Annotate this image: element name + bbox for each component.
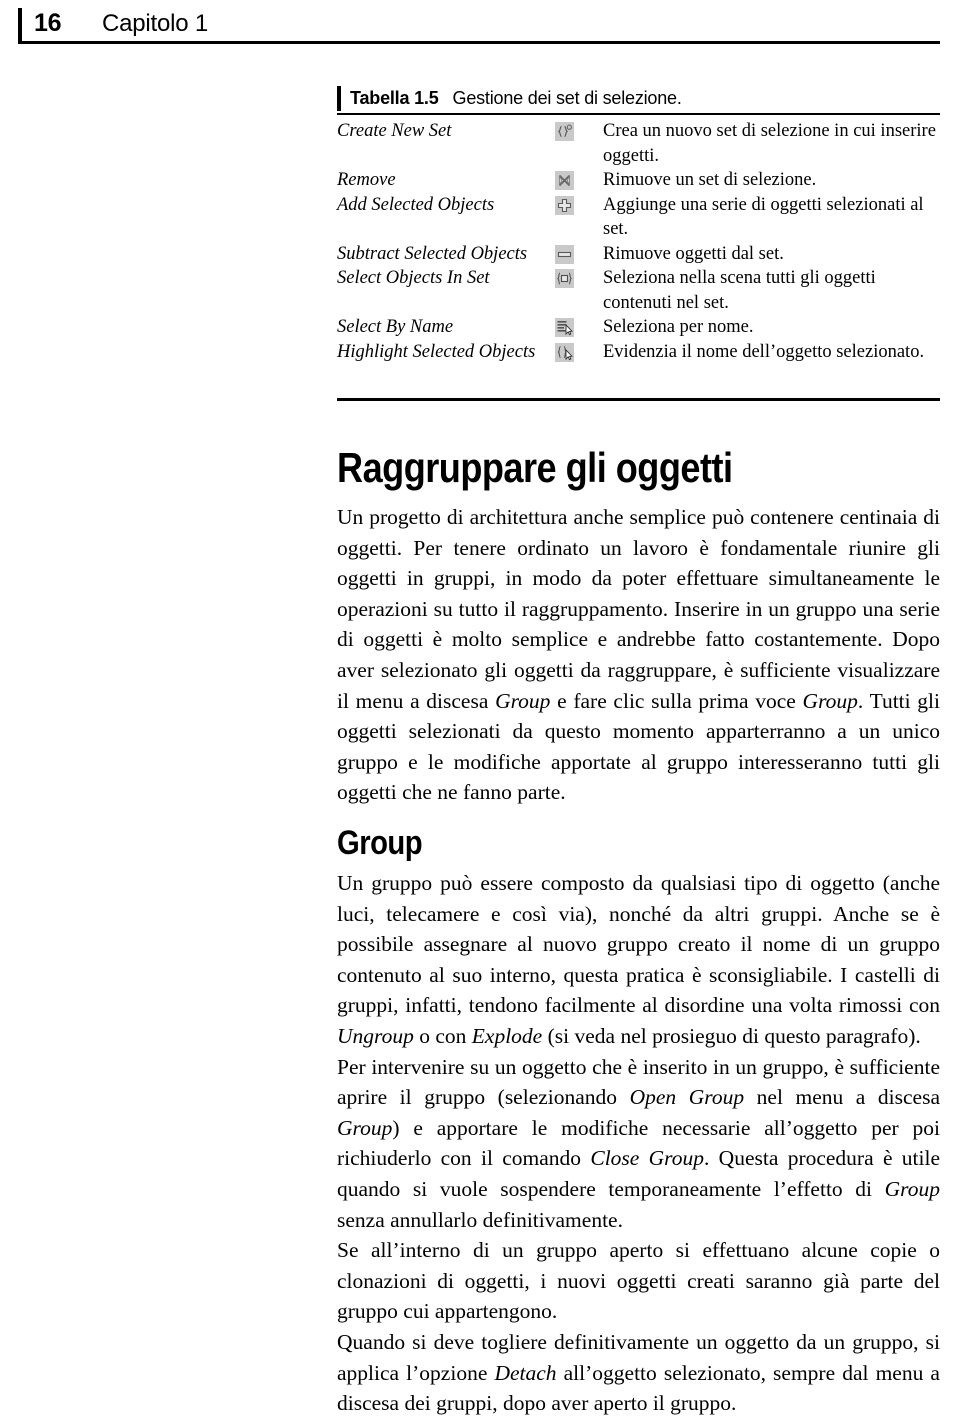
command-icon-cell bbox=[555, 315, 603, 340]
create-new-set-icon bbox=[555, 122, 574, 142]
inline-emphasis: Group bbox=[802, 688, 858, 713]
command-icon-cell bbox=[555, 242, 603, 267]
table-row: Subtract Selected Objects Rimuove oggett… bbox=[337, 242, 940, 267]
paragraph-text: senza annullarlo definitivamente. bbox=[337, 1207, 623, 1232]
table-caption-description: Gestione dei set di selezione. bbox=[452, 88, 682, 108]
table-row: Remove Rimuove un set di selezione. bbox=[337, 168, 940, 193]
paragraph: Se all’interno di un gruppo aperto si ef… bbox=[337, 1238, 940, 1324]
command-name: Add Selected Objects bbox=[337, 194, 495, 215]
plus-icon bbox=[555, 195, 574, 215]
table-row: Create New Set Crea un nuovo set di sele… bbox=[337, 119, 940, 168]
section-body-group: Un gruppo può essere composto da qualsia… bbox=[337, 868, 940, 1419]
caption-accent-bar bbox=[337, 86, 341, 111]
command-icon-cell bbox=[555, 193, 603, 242]
paragraph-text: e fare clic sulla prima voce bbox=[550, 688, 803, 713]
paragraph-text: Un progetto di architettura anche sempli… bbox=[337, 505, 940, 713]
paragraph-text: (si veda nel prosieguo di questo paragra… bbox=[542, 1023, 921, 1048]
command-icon-cell bbox=[555, 168, 603, 193]
chapter-title: Capitolo 1 bbox=[102, 10, 209, 37]
command-icon-cell bbox=[555, 266, 603, 315]
page-number: 16 bbox=[34, 9, 62, 37]
command-name: Create New Set bbox=[337, 121, 452, 141]
command-description: Rimuove oggetti dal set. bbox=[603, 243, 784, 264]
paragraph-text: o con bbox=[413, 1023, 472, 1048]
command-description: Evidenzia il nome dell’oggetto seleziona… bbox=[603, 341, 925, 362]
paragraph: Per intervenire su un oggetto che è inse… bbox=[337, 1052, 940, 1236]
inline-emphasis: Ungroup bbox=[337, 1023, 414, 1048]
command-name: Select By Name bbox=[337, 317, 454, 337]
table-row: Highlight Selected Objects Evidenzia il … bbox=[337, 340, 940, 365]
table-caption-label: Tabella 1.5 bbox=[350, 88, 439, 108]
table-row: Select By Name Seleziona per nome. bbox=[337, 315, 940, 340]
command-name: Subtract Selected Objects bbox=[337, 243, 528, 264]
select-objects-in-set-icon bbox=[555, 269, 574, 289]
inline-emphasis: Detach bbox=[494, 1360, 557, 1385]
command-description: Aggiunge una serie di oggetti selezionat… bbox=[603, 194, 924, 240]
command-description: Crea un nuovo set di selezione in cui in… bbox=[603, 121, 936, 166]
section-heading-raggruppare: Raggruppare gli oggetti bbox=[337, 444, 733, 491]
header-accent-bar bbox=[18, 8, 22, 44]
command-name: Remove bbox=[337, 170, 396, 190]
remove-icon bbox=[555, 171, 574, 191]
command-description: Rimuove un set di selezione. bbox=[603, 170, 817, 190]
highlight-selected-objects-icon bbox=[555, 342, 574, 362]
section-heading-group: Group bbox=[337, 824, 423, 862]
select-by-name-icon bbox=[555, 318, 574, 338]
command-description: Seleziona nella scena tutti gli oggetti … bbox=[603, 268, 876, 313]
page-header: 16 Capitolo 1 bbox=[18, 6, 940, 46]
section-body-raggruppare: Un progetto di architettura anche sempli… bbox=[337, 502, 940, 808]
command-name: Highlight Selected Objects bbox=[337, 341, 536, 362]
inline-emphasis: Close Group bbox=[590, 1146, 704, 1171]
paragraph: Quando si deve togliere definitivamente … bbox=[337, 1327, 940, 1419]
table-1-5: Tabella 1.5 Gestione dei set di selezione… bbox=[337, 86, 940, 364]
table-bottom-rule bbox=[337, 398, 940, 401]
inline-emphasis: Group bbox=[337, 1115, 393, 1140]
inline-emphasis: Explode bbox=[471, 1023, 543, 1048]
inline-emphasis: Open Group bbox=[629, 1085, 745, 1110]
command-icon-cell bbox=[555, 119, 603, 168]
minus-icon bbox=[555, 244, 574, 264]
table-row: Add Selected Objects Aggiunge una serie … bbox=[337, 193, 940, 242]
command-name: Select Objects In Set bbox=[337, 268, 490, 288]
paragraph-text: Un gruppo può essere composto da qualsia… bbox=[337, 871, 940, 1018]
command-description: Seleziona per nome. bbox=[603, 317, 754, 337]
paragraph-text: nel menu a discesa bbox=[744, 1085, 940, 1110]
inline-emphasis: Group bbox=[884, 1176, 940, 1201]
table-top-rule bbox=[337, 113, 940, 115]
header-rule bbox=[18, 41, 940, 44]
paragraph: Un progetto di architettura anche sempli… bbox=[337, 502, 940, 808]
selection-set-commands-table: Create New Set Crea un nuovo set di sele… bbox=[337, 119, 940, 364]
table-row: Select Objects In Set Seleziona nella sc… bbox=[337, 266, 940, 315]
table-caption: Tabella 1.5 Gestione dei set di selezione… bbox=[337, 86, 940, 112]
paragraph: Un gruppo può essere composto da qualsia… bbox=[337, 868, 940, 1052]
inline-emphasis: Group bbox=[495, 688, 551, 713]
command-icon-cell bbox=[555, 340, 603, 365]
